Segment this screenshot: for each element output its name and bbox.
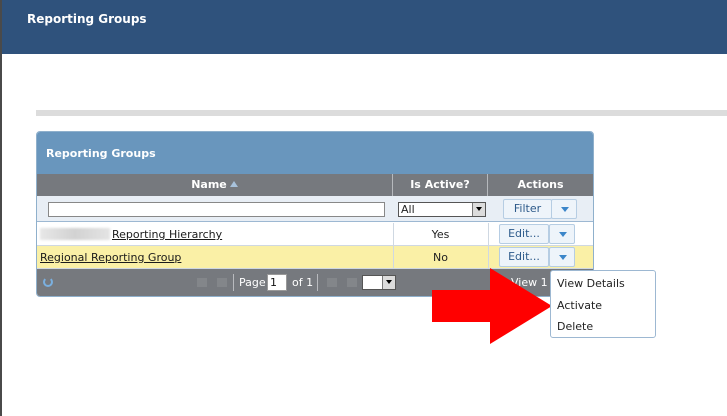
row-actions-chevron-down-icon[interactable] (549, 224, 575, 244)
section-divider (36, 110, 727, 116)
menu-item-view-details[interactable]: View Details (557, 277, 625, 290)
rows-per-page-select[interactable]: 20 (362, 275, 396, 290)
edit-button[interactable]: Edit... (499, 247, 549, 267)
page-number-input[interactable]: 1 (267, 274, 287, 291)
app-header: Reporting Groups (2, 0, 727, 54)
last-page-icon[interactable] (347, 278, 357, 287)
is-active-filter-select[interactable]: All (398, 202, 486, 217)
grid-caption: Reporting Groups (37, 132, 593, 174)
table-row: Reporting Hierarchy Yes Edit... (37, 223, 593, 246)
filter-button-label: Filter (513, 202, 542, 215)
table-row-selected: Regional Reporting Group No Edit... (37, 246, 593, 269)
page-count-label: of 1 (292, 276, 314, 289)
pager-separator (233, 274, 234, 291)
page-label: Page (239, 276, 266, 289)
next-page-icon[interactable] (327, 278, 337, 287)
select-arrow-icon (382, 276, 395, 289)
menu-item-delete[interactable]: Delete (557, 320, 593, 333)
row-actions-chevron-down-icon[interactable] (549, 247, 575, 267)
rows-per-page-value: 20 (365, 276, 379, 289)
sort-up-icon (229, 181, 238, 187)
edit-button[interactable]: Edit... (499, 224, 549, 244)
column-header-actions: Actions (488, 174, 593, 196)
redacted-name-prefix (40, 228, 110, 240)
is-active-value: No (433, 251, 448, 264)
red-arrow-shape (432, 268, 552, 344)
window-left-border (0, 0, 2, 416)
pager-separator (317, 274, 318, 291)
menu-item-activate[interactable]: Activate (557, 299, 602, 312)
edit-button-label: Edit... (508, 227, 540, 240)
edit-button-label: Edit... (508, 250, 540, 263)
filter-options-chevron-down-icon[interactable] (551, 199, 577, 219)
group-name-link[interactable]: Regional Reporting Group (40, 251, 181, 264)
first-page-icon[interactable] (197, 278, 207, 287)
column-header-is-active[interactable]: Is Active? (393, 174, 488, 196)
page: Reporting Groups Reporting Groups Name I… (0, 0, 727, 416)
row-actions-dropdown-menu: View Details Activate Delete (550, 270, 656, 338)
previous-page-icon[interactable] (217, 278, 227, 287)
refresh-icon[interactable] (43, 277, 53, 287)
group-name-link[interactable]: Reporting Hierarchy (112, 228, 222, 241)
filter-row: All Filter (37, 196, 593, 222)
column-header-name[interactable]: Name (37, 174, 393, 196)
page-number-value: 1 (270, 276, 277, 289)
column-header-name-label: Name (191, 178, 227, 191)
is-active-filter-value: All (401, 203, 415, 216)
cell-divider (488, 246, 489, 269)
page-title: Reporting Groups (27, 12, 147, 26)
column-header-actions-label: Actions (517, 178, 564, 191)
cell-divider (488, 223, 489, 246)
is-active-value: Yes (431, 228, 450, 241)
red-arrow-annotation-icon (432, 268, 552, 344)
filter-button[interactable]: Filter (503, 199, 552, 219)
name-filter-input[interactable] (48, 202, 385, 217)
select-arrow-icon (472, 203, 485, 216)
grid-caption-label: Reporting Groups (46, 147, 156, 160)
column-header-is-active-label: Is Active? (410, 178, 470, 191)
